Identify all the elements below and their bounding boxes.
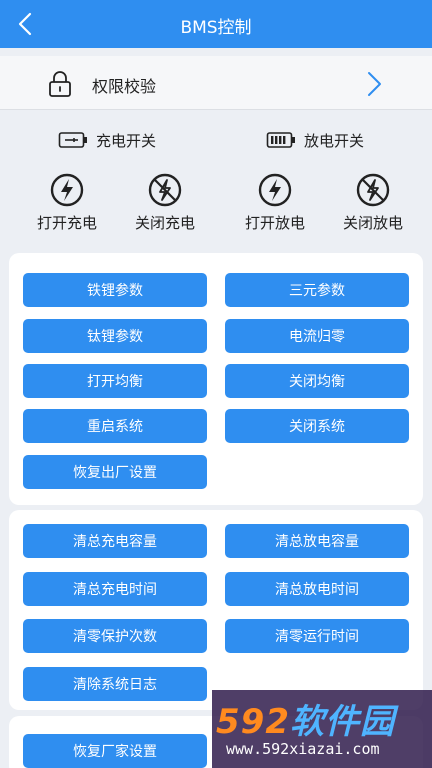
power-bolt-icon: [258, 173, 292, 207]
ternary-params-button[interactable]: 三元参数: [225, 273, 409, 307]
chevron-right-icon[interactable]: [364, 70, 384, 98]
watermark-brand-number: 592: [216, 702, 290, 742]
restore-vendor-settings-button[interactable]: 恢复厂家设置: [23, 734, 207, 768]
permission-check-row[interactable]: 权限校验: [0, 56, 432, 110]
clear-total-charge-capacity-button[interactable]: 清总充电容量: [23, 524, 207, 558]
close-discharge-label: 关闭放电: [342, 214, 403, 232]
clear-total-discharge-capacity-button[interactable]: 清总放电容量: [225, 524, 409, 558]
clear-total-discharge-time-button[interactable]: 清总放电时间: [225, 572, 409, 606]
open-discharge-button[interactable]: 打开放电: [235, 172, 315, 233]
open-charge-button[interactable]: 打开充电: [27, 172, 107, 233]
lock-icon: [49, 71, 71, 97]
site-watermark: 592软件园 www.592xiazai.com: [212, 690, 432, 768]
close-charge-button[interactable]: 关闭充电: [125, 172, 205, 233]
power-bolt-icon: [50, 173, 84, 207]
lifepo4-params-button[interactable]: 铁锂参数: [23, 273, 207, 307]
balance-on-button[interactable]: 打开均衡: [23, 364, 207, 398]
watermark-url: www.592xiazai.com: [226, 740, 380, 758]
charge-switch-label: 充电开关: [96, 131, 157, 150]
app-header: BMS控制: [0, 0, 432, 48]
close-discharge-button[interactable]: 关闭放电: [333, 172, 413, 233]
shutdown-system-button[interactable]: 关闭系统: [225, 409, 409, 443]
discharge-switch-label: 放电开关: [304, 131, 365, 150]
power-bolt-off-icon: [356, 173, 390, 207]
close-charge-label: 关闭充电: [134, 214, 195, 232]
charge-switch-title: 充电开关: [58, 128, 156, 152]
open-discharge-label: 打开放电: [244, 214, 305, 232]
permission-check-label: 权限校验: [92, 77, 157, 96]
clear-runtime-button[interactable]: 清零运行时间: [225, 619, 409, 653]
watermark-brand-name: 软件园: [289, 702, 395, 742]
watermark-logo: 592软件园: [216, 694, 395, 743]
page-title: BMS控制: [180, 18, 252, 38]
clear-protection-count-button[interactable]: 清零保护次数: [23, 619, 207, 653]
open-charge-label: 打开充电: [36, 214, 97, 232]
battery-full-icon: [266, 132, 295, 148]
lto-params-button[interactable]: 钛锂参数: [23, 319, 207, 353]
clear-total-charge-time-button[interactable]: 清总充电时间: [23, 572, 207, 606]
factory-reset-button[interactable]: 恢复出厂设置: [23, 455, 207, 489]
balance-off-button[interactable]: 关闭均衡: [225, 364, 409, 398]
discharge-switch-title: 放电开关: [266, 128, 364, 152]
power-bolt-off-icon: [148, 173, 182, 207]
current-zero-button[interactable]: 电流归零: [225, 319, 409, 353]
restart-system-button[interactable]: 重启系统: [23, 409, 207, 443]
battery-charging-icon: [58, 132, 87, 148]
clear-system-log-button[interactable]: 清除系统日志: [23, 667, 207, 701]
